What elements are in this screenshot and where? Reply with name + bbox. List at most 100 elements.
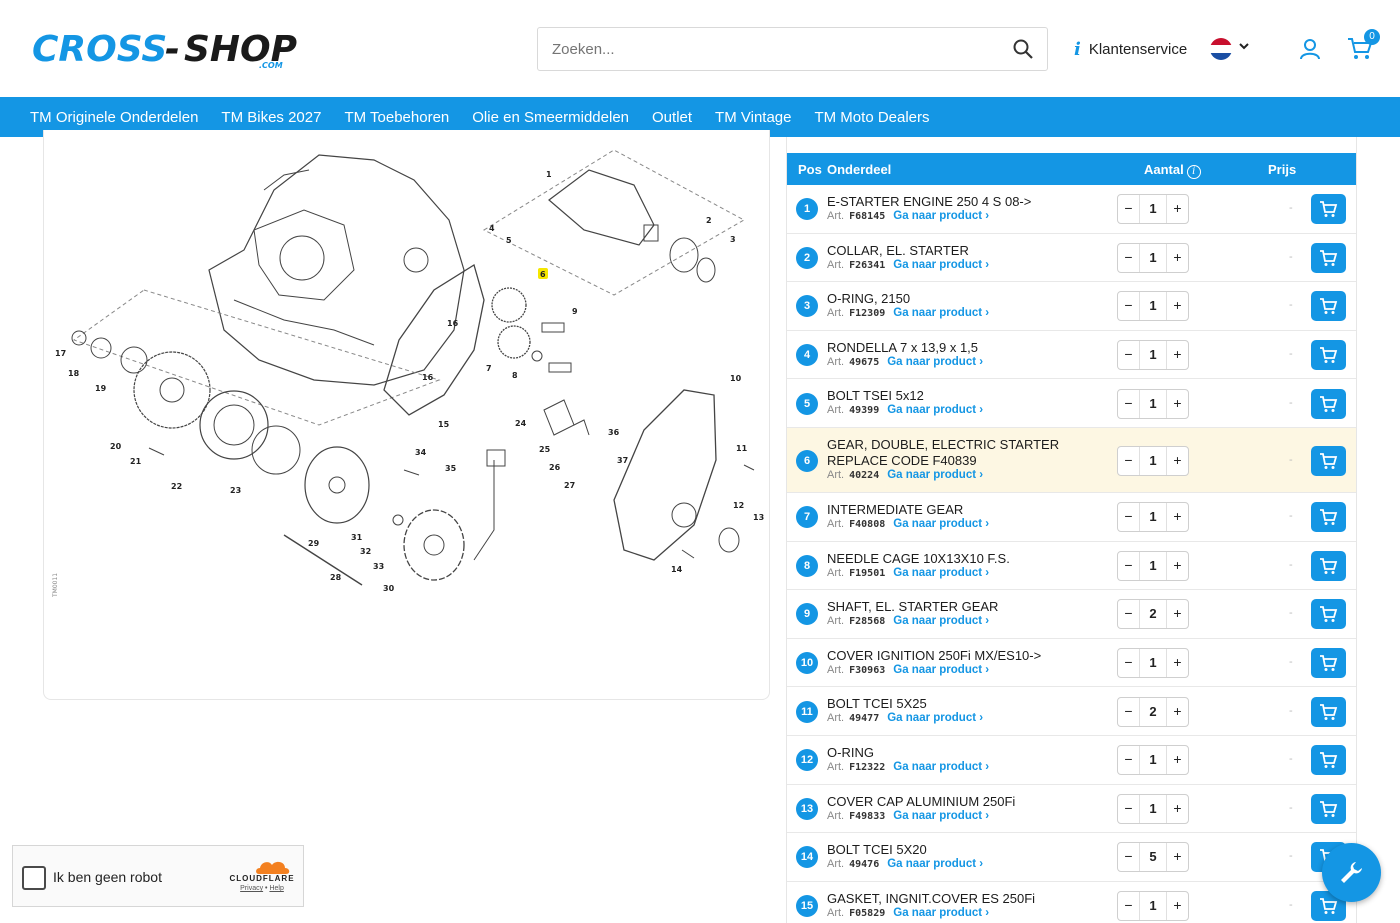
increase-qty-button[interactable]: + bbox=[1166, 446, 1188, 475]
increase-qty-button[interactable]: + bbox=[1166, 341, 1188, 370]
go-to-product-link[interactable]: Ga naar product › bbox=[893, 615, 989, 627]
nav-item-originele-onderdelen[interactable]: TM Originele Onderdelen bbox=[30, 109, 198, 126]
decrease-qty-button[interactable]: − bbox=[1118, 243, 1140, 272]
go-to-product-link[interactable]: Ga naar product › bbox=[887, 469, 983, 481]
customer-service-link[interactable]: i Klantenservice bbox=[1074, 39, 1187, 60]
go-to-product-link[interactable]: Ga naar product › bbox=[893, 518, 989, 530]
increase-qty-button[interactable]: + bbox=[1166, 503, 1188, 532]
add-to-cart-button[interactable] bbox=[1311, 242, 1346, 273]
add-to-cart-button[interactable] bbox=[1311, 388, 1346, 419]
header-part: Onderdeel bbox=[827, 162, 892, 177]
logo[interactable]: CROSS - SHOP .COM bbox=[32, 28, 322, 70]
article-number: F05829 bbox=[849, 907, 886, 919]
add-to-cart-button[interactable] bbox=[1311, 793, 1346, 824]
increase-qty-button[interactable]: + bbox=[1166, 746, 1188, 775]
add-to-cart-button[interactable] bbox=[1311, 745, 1346, 776]
svg-text:13: 13 bbox=[753, 513, 764, 522]
quantity-value[interactable]: 5 bbox=[1140, 843, 1166, 871]
go-to-product-link[interactable]: Ga naar product › bbox=[887, 404, 983, 416]
quantity-value[interactable]: 1 bbox=[1140, 552, 1166, 580]
nav-item-olie[interactable]: Olie en Smeermiddelen bbox=[472, 109, 629, 126]
nav-item-moto-dealers[interactable]: TM Moto Dealers bbox=[814, 109, 929, 126]
add-to-cart-button[interactable] bbox=[1311, 445, 1346, 476]
search-input[interactable] bbox=[538, 28, 988, 70]
add-to-cart-button[interactable] bbox=[1311, 194, 1346, 225]
decrease-qty-button[interactable]: − bbox=[1118, 649, 1140, 678]
add-to-cart-button[interactable] bbox=[1311, 696, 1346, 727]
go-to-product-link[interactable]: Ga naar product › bbox=[893, 567, 989, 579]
add-to-cart-button[interactable] bbox=[1311, 291, 1346, 322]
increase-qty-button[interactable]: + bbox=[1166, 892, 1188, 921]
captcha-checkbox[interactable] bbox=[22, 866, 46, 890]
quantity-value[interactable]: 1 bbox=[1140, 746, 1166, 774]
decrease-qty-button[interactable]: − bbox=[1118, 892, 1140, 921]
quantity-value[interactable]: 1 bbox=[1140, 292, 1166, 320]
quantity-value[interactable]: 1 bbox=[1140, 503, 1166, 531]
nav-item-bikes-2027[interactable]: TM Bikes 2027 bbox=[221, 109, 321, 126]
add-to-cart-button[interactable] bbox=[1311, 599, 1346, 630]
go-to-product-link[interactable]: Ga naar product › bbox=[887, 356, 983, 368]
decrease-qty-button[interactable]: − bbox=[1118, 551, 1140, 580]
go-to-product-link[interactable]: Ga naar product › bbox=[893, 210, 989, 222]
decrease-qty-button[interactable]: − bbox=[1118, 697, 1140, 726]
add-to-cart-button[interactable] bbox=[1311, 550, 1346, 581]
go-to-product-link[interactable]: Ga naar product › bbox=[893, 664, 989, 676]
captcha-help-link[interactable]: Help bbox=[269, 885, 283, 892]
increase-qty-button[interactable]: + bbox=[1166, 195, 1188, 224]
cart-icon bbox=[1320, 298, 1338, 315]
quantity-value[interactable]: 2 bbox=[1140, 600, 1166, 628]
quantity-value[interactable]: 1 bbox=[1140, 649, 1166, 677]
increase-qty-button[interactable]: + bbox=[1166, 697, 1188, 726]
user-icon[interactable] bbox=[1298, 37, 1322, 61]
qty-info-icon[interactable]: i bbox=[1186, 165, 1201, 179]
article-line: Art. 49476 Ga naar product › bbox=[827, 858, 983, 870]
quantity-value[interactable]: 1 bbox=[1140, 447, 1166, 475]
decrease-qty-button[interactable]: − bbox=[1118, 843, 1140, 872]
quantity-value[interactable]: 2 bbox=[1140, 698, 1166, 726]
quantity-value[interactable]: 1 bbox=[1140, 341, 1166, 369]
add-to-cart-button[interactable] bbox=[1311, 340, 1346, 371]
nav-item-vintage[interactable]: TM Vintage bbox=[715, 109, 791, 126]
captcha-privacy-link[interactable]: Privacy bbox=[240, 885, 263, 892]
go-to-product-link[interactable]: Ga naar product › bbox=[893, 907, 989, 919]
increase-qty-button[interactable]: + bbox=[1166, 292, 1188, 321]
go-to-product-link[interactable]: Ga naar product › bbox=[893, 307, 989, 319]
decrease-qty-button[interactable]: − bbox=[1118, 195, 1140, 224]
increase-qty-button[interactable]: + bbox=[1166, 243, 1188, 272]
quantity-value[interactable]: 1 bbox=[1140, 244, 1166, 272]
increase-qty-button[interactable]: + bbox=[1166, 649, 1188, 678]
netherlands-flag-icon[interactable] bbox=[1210, 38, 1232, 60]
quantity-value[interactable]: 1 bbox=[1140, 390, 1166, 418]
go-to-product-link[interactable]: Ga naar product › bbox=[893, 810, 989, 822]
quantity-value[interactable]: 1 bbox=[1140, 892, 1166, 920]
nav-item-outlet[interactable]: Outlet bbox=[652, 109, 692, 126]
decrease-qty-button[interactable]: − bbox=[1118, 389, 1140, 418]
decrease-qty-button[interactable]: − bbox=[1118, 503, 1140, 532]
tools-fab-button[interactable] bbox=[1322, 843, 1381, 902]
search-icon[interactable] bbox=[1013, 39, 1033, 59]
go-to-product-link[interactable]: Ga naar product › bbox=[887, 858, 983, 870]
header-qty: Aantal i bbox=[1144, 162, 1201, 179]
add-to-cart-button[interactable] bbox=[1311, 502, 1346, 533]
decrease-qty-button[interactable]: − bbox=[1118, 794, 1140, 823]
decrease-qty-button[interactable]: − bbox=[1118, 600, 1140, 629]
increase-qty-button[interactable]: + bbox=[1166, 389, 1188, 418]
chevron-down-icon[interactable] bbox=[1238, 40, 1250, 54]
decrease-qty-button[interactable]: − bbox=[1118, 746, 1140, 775]
increase-qty-button[interactable]: + bbox=[1166, 843, 1188, 872]
increase-qty-button[interactable]: + bbox=[1166, 600, 1188, 629]
decrease-qty-button[interactable]: − bbox=[1118, 292, 1140, 321]
decrease-qty-button[interactable]: − bbox=[1118, 446, 1140, 475]
nav-item-toebehoren[interactable]: TM Toebehoren bbox=[344, 109, 449, 126]
cart-icon bbox=[1320, 752, 1338, 769]
go-to-product-link[interactable]: Ga naar product › bbox=[887, 712, 983, 724]
increase-qty-button[interactable]: + bbox=[1166, 794, 1188, 823]
logo-sub: .COM bbox=[259, 61, 283, 70]
increase-qty-button[interactable]: + bbox=[1166, 551, 1188, 580]
quantity-value[interactable]: 1 bbox=[1140, 795, 1166, 823]
go-to-product-link[interactable]: Ga naar product › bbox=[893, 761, 989, 773]
quantity-value[interactable]: 1 bbox=[1140, 195, 1166, 223]
add-to-cart-button[interactable] bbox=[1311, 648, 1346, 679]
decrease-qty-button[interactable]: − bbox=[1118, 341, 1140, 370]
go-to-product-link[interactable]: Ga naar product › bbox=[893, 259, 989, 271]
